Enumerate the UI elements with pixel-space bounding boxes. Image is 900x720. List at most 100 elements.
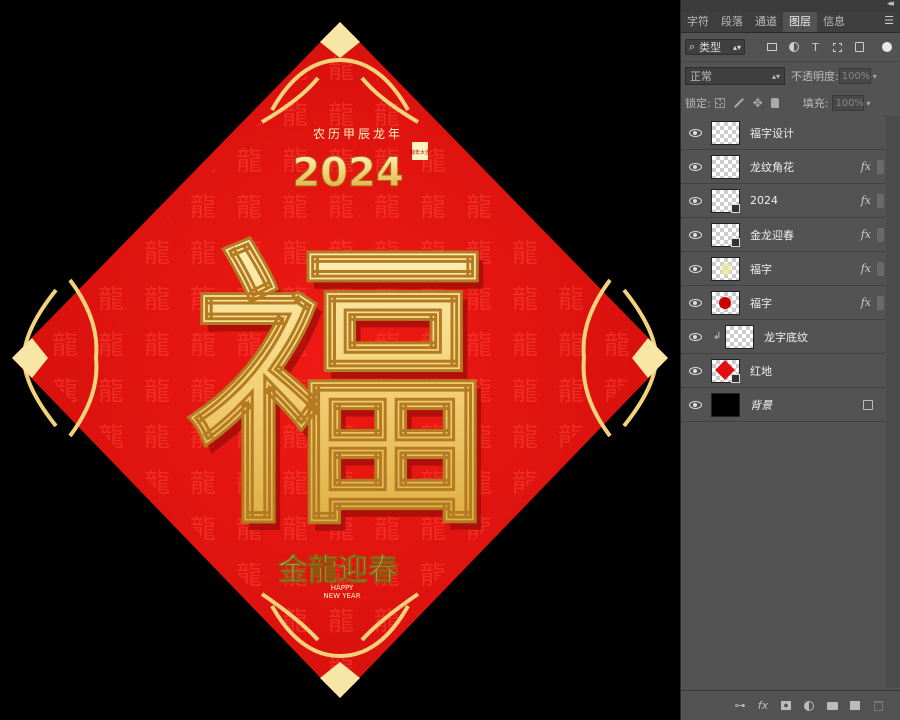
tab-channels[interactable]: 通道 [749,12,783,32]
expand-effects-icon[interactable] [877,193,884,208]
fill-label: 填充: [802,97,829,110]
expand-effects-icon[interactable] [877,295,884,310]
fu-character: 福 [185,212,490,565]
visibility-eye-icon[interactable] [681,400,709,409]
panel-menu-icon[interactable]: ☰ [884,14,894,27]
layer-row[interactable]: 福字设计 [681,116,885,150]
layer-row[interactable]: 金龙迎春 fx [681,218,885,252]
blend-mode-select[interactable]: 正常 ▴▾ [685,67,785,85]
lock-label: 锁定: [685,97,711,110]
visibility-eye-icon[interactable] [681,196,709,205]
layer-name: 龙字底纹 [764,330,808,344]
chevron-updown-icon: ▴▾ [771,71,780,81]
visibility-eye-icon[interactable] [681,162,709,171]
shape-filter-icon[interactable] [831,41,844,54]
title-calligraphy: 金龍迎春 [277,553,398,588]
layers-bottom-bar: ⊶ fx [681,690,900,720]
year-2024: 2024 [292,150,403,196]
layers-scrollbar[interactable] [886,116,900,688]
image-filter-icon[interactable] [765,41,778,54]
delete-layer-icon[interactable] [872,700,884,712]
new-year-text: NEW YEAR [323,592,360,600]
filter-toggle[interactable] [882,42,892,52]
text-filter-icon[interactable]: T [809,41,822,54]
layer-name: 龙纹角花 [750,160,794,174]
expand-effects-icon[interactable] [877,261,884,276]
fill-field[interactable]: 100% [832,95,865,111]
lock-row: 锁定: ✥ 填充: 100% ▾ [681,90,900,117]
clipping-mask-icon: ↲ [713,331,722,342]
panel-titlebar: ◂◂ [681,0,900,12]
visibility-eye-icon[interactable] [681,298,709,307]
layers-list: 福字设计 龙纹角花 fx 2024 fx 金龙迎春 fx 福字 fx 福字 fx… [681,116,885,422]
tab-paragraph[interactable]: 段落 [715,12,749,32]
opacity-field[interactable]: 100% [838,68,871,84]
expand-effects-icon[interactable] [877,227,884,242]
link-layers-icon[interactable]: ⊶ [734,699,746,712]
lock-transparent-icon[interactable] [714,98,725,108]
layer-name: 福字 [750,296,772,310]
layer-thumbnail [725,324,754,349]
lock-all-icon[interactable] [770,98,779,108]
fx-icon[interactable]: fx [861,296,871,309]
blend-mode-value: 正常 [690,70,712,83]
layer-thumbnail [711,392,740,417]
new-group-icon[interactable] [826,700,838,712]
layer-name: 2024 [750,194,778,207]
layer-name: 红地 [750,364,772,378]
tab-character[interactable]: 字符 [681,12,715,32]
panel-tabs: 字符 段落 通道 图层 信息 ☰ [681,12,900,33]
layer-name: 福字设计 [750,126,794,140]
tab-layers[interactable]: 图层 [783,12,817,32]
blend-row: 正常 ▴▾ 不透明度: 100% ▾ [681,62,900,90]
layer-name: 福字 [750,262,772,276]
layer-row[interactable]: 福字 fx [681,286,885,320]
fx-icon[interactable]: fx [861,160,871,173]
fill-dropdown-icon[interactable]: ▾ [866,99,870,108]
lunar-year-text: 农历甲辰龙年 [313,127,403,141]
adjustment-filter-icon[interactable] [787,41,800,54]
lock-pixels-icon[interactable] [733,98,744,108]
lock-icon [863,399,873,410]
fx-icon[interactable]: fx [757,699,769,712]
fx-icon[interactable]: fx [861,262,871,275]
add-mask-icon[interactable] [780,700,792,712]
layer-row[interactable]: 红地 [681,354,885,388]
visibility-eye-icon[interactable] [681,230,709,239]
opacity-dropdown-icon[interactable]: ▾ [873,72,877,81]
smart-object-icon [731,237,740,247]
layer-row[interactable]: ↲ 龙字底纹 [681,320,885,354]
layer-row[interactable]: 龙纹角花 fx [681,150,885,184]
year-badge: 龍年大吉 [410,149,430,156]
chevron-updown-icon: ▴▾ [732,42,741,52]
lock-position-icon[interactable]: ✥ [753,97,763,109]
new-adjustment-icon[interactable] [803,700,815,712]
filter-kind-label: 类型 [699,41,722,54]
layer-thumbnail [711,188,740,213]
document-canvas[interactable]: 龍 农历甲辰龙年 2024 龍年大吉 [0,0,680,720]
opacity-label: 不透明度: [791,70,839,83]
layer-row[interactable]: 背景 [681,388,885,422]
new-layer-icon[interactable] [849,700,861,712]
smart-object-icon [731,203,740,213]
filter-kind-select[interactable]: ⌕ 类型 ▴▾ [685,39,745,55]
fx-icon[interactable]: fx [861,194,871,207]
visibility-eye-icon[interactable] [681,128,709,137]
layer-thumbnail [711,154,740,179]
collapse-panel-icon[interactable]: ◂◂ [887,0,894,9]
shape-layer-icon [731,373,740,383]
filter-row: ⌕ 类型 ▴▾ T [681,33,900,62]
happy-text: HAPPY [331,584,354,592]
tab-info[interactable]: 信息 [817,12,851,32]
layers-panel: ◂◂ 字符 段落 通道 图层 信息 ☰ ⌕ 类型 ▴▾ T 正常 ▴▾ 不透明度… [680,0,900,720]
layer-thumbnail [711,290,740,315]
smart-object-filter-icon[interactable] [853,41,866,54]
layer-row[interactable]: 福字 fx [681,252,885,286]
visibility-eye-icon[interactable] [681,264,709,273]
expand-effects-icon[interactable] [877,159,884,174]
visibility-eye-icon[interactable] [681,332,709,341]
fx-icon[interactable]: fx [861,228,871,241]
layer-row[interactable]: 2024 fx [681,184,885,218]
visibility-eye-icon[interactable] [681,366,709,375]
layer-thumbnail [711,256,740,281]
